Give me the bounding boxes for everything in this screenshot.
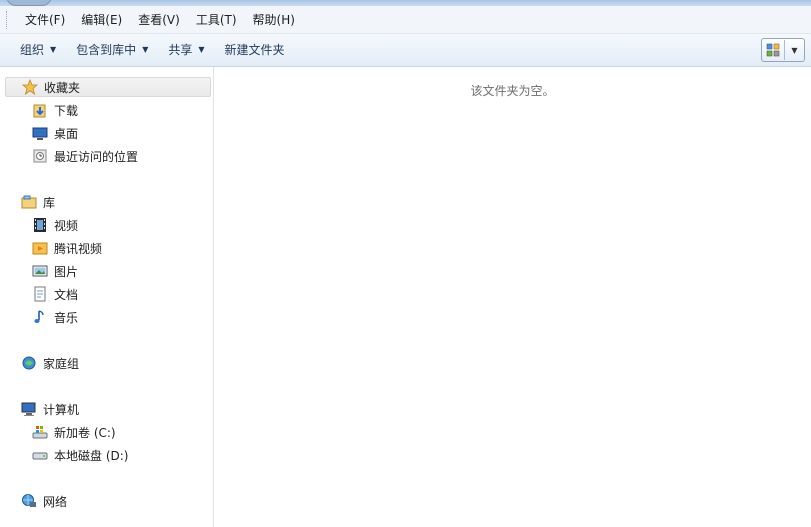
nav-homegroup[interactable]: 家庭组	[20, 353, 79, 373]
recent-places-icon	[31, 148, 49, 164]
homegroup-icon	[20, 355, 38, 371]
menu-grip	[6, 10, 10, 29]
nav-item-music[interactable]: 音乐	[31, 307, 78, 327]
file-list-area[interactable]: 该文件夹为空。	[214, 67, 811, 527]
nav-item-label: 下载	[54, 103, 79, 118]
download-folder-icon	[31, 102, 49, 118]
nav-item-label: 本地磁盘 (D:)	[54, 448, 129, 463]
nav-item-drive-d[interactable]: 本地磁盘 (D:)	[31, 445, 128, 465]
share-label: 共享	[168, 43, 193, 57]
nav-item-desktop[interactable]: 桌面	[31, 123, 78, 143]
menu-help[interactable]: 帮助(H)	[245, 9, 303, 31]
include-in-library-button[interactable]: 包含到库中 ▼	[66, 38, 158, 62]
nav-item-label: 音乐	[54, 310, 79, 325]
nav-network[interactable]: 网络	[20, 491, 67, 511]
nav-network-label: 网络	[43, 494, 68, 509]
film-icon	[31, 217, 49, 233]
chevron-down-icon: ▼	[50, 45, 57, 54]
nav-item-label: 桌面	[54, 126, 79, 141]
picture-icon	[31, 263, 49, 279]
nav-item-videos[interactable]: 视频	[31, 215, 78, 235]
command-bar: 组织 ▼ 包含到库中 ▼ 共享 ▼ 新建文件夹 ▼	[0, 34, 811, 67]
include-in-library-label: 包含到库中	[76, 43, 137, 57]
nav-item-pictures[interactable]: 图片	[31, 261, 78, 281]
nav-item-label: 视频	[54, 218, 79, 233]
view-options-button[interactable]: ▼	[761, 38, 805, 62]
menu-view[interactable]: 查看(V)	[130, 9, 188, 31]
new-folder-label: 新建文件夹	[224, 43, 285, 57]
nav-favorites-label: 收藏夹	[44, 80, 81, 95]
nav-libraries[interactable]: 库	[20, 192, 55, 212]
menu-bar: 文件(F) 编辑(E) 查看(V) 工具(T) 帮助(H)	[0, 6, 811, 34]
hard-drive-icon	[31, 447, 49, 463]
new-folder-button[interactable]: 新建文件夹	[215, 38, 295, 62]
chevron-down-icon: ▼	[198, 45, 205, 54]
music-note-icon	[31, 309, 49, 325]
network-icon	[20, 493, 38, 509]
nav-item-downloads[interactable]: 下载	[31, 100, 78, 120]
organize-label: 组织	[20, 43, 45, 57]
computer-icon	[20, 401, 38, 417]
nav-item-recent-places[interactable]: 最近访问的位置	[31, 146, 138, 166]
nav-item-label: 图片	[54, 264, 79, 279]
nav-homegroup-label: 家庭组	[43, 356, 80, 371]
nav-libraries-label: 库	[43, 195, 56, 210]
chevron-down-icon: ▼	[142, 45, 149, 54]
desktop-icon	[31, 125, 49, 141]
view-dropdown-icon[interactable]: ▼	[785, 46, 804, 55]
nav-item-drive-c[interactable]: 新加卷 (C:)	[31, 422, 116, 442]
star-icon	[21, 79, 39, 95]
navigation-pane: 收藏夹 下载 桌面 最近访问的位置 库 视频 腾讯视频 图片 文档 音乐 家庭组…	[0, 67, 214, 527]
organize-button[interactable]: 组织 ▼	[10, 38, 66, 62]
nav-item-documents[interactable]: 文档	[31, 284, 78, 304]
nav-item-label: 新加卷 (C:)	[54, 425, 116, 440]
nav-favorites[interactable]: 收藏夹	[5, 77, 211, 97]
system-drive-icon	[31, 424, 49, 440]
nav-computer[interactable]: 计算机	[20, 399, 79, 419]
view-grid-icon[interactable]	[762, 40, 785, 60]
menu-file[interactable]: 文件(F)	[17, 9, 73, 31]
nav-item-tencent-video[interactable]: 腾讯视频	[31, 238, 102, 258]
empty-folder-message: 该文件夹为空。	[470, 84, 555, 98]
document-icon	[31, 286, 49, 302]
tencent-video-icon	[31, 240, 49, 256]
nav-item-label: 腾讯视频	[54, 241, 103, 256]
nav-item-label: 文档	[54, 287, 79, 302]
nav-item-label: 最近访问的位置	[54, 149, 139, 164]
share-button[interactable]: 共享 ▼	[158, 38, 214, 62]
menu-edit[interactable]: 编辑(E)	[73, 9, 130, 31]
library-icon	[20, 194, 38, 210]
nav-computer-label: 计算机	[43, 402, 80, 417]
menu-tools[interactable]: 工具(T)	[188, 9, 245, 31]
